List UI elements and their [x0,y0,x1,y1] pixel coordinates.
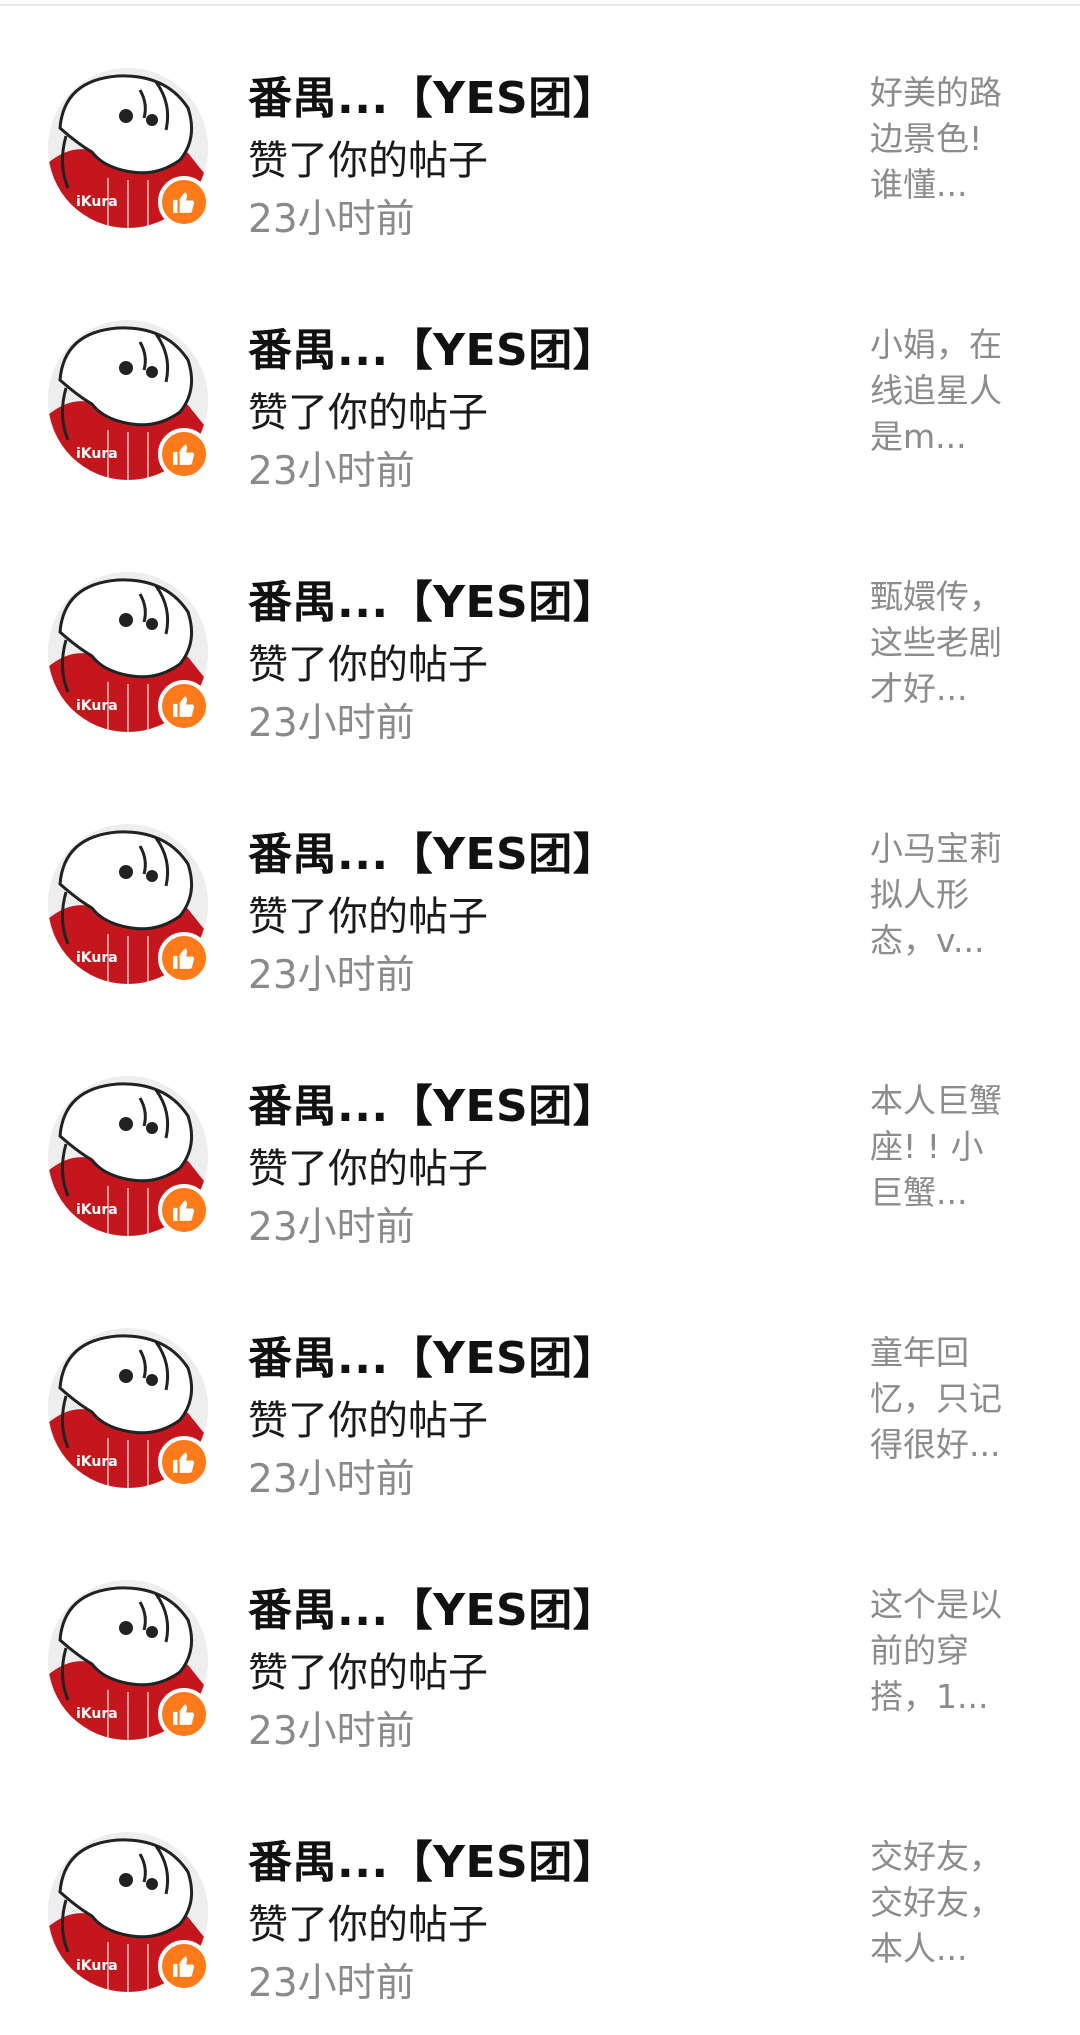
thumbs-up-icon [173,1452,195,1473]
post-preview-line: 线追星人 [870,371,1002,410]
thumbs-up-icon [173,1704,195,1725]
timestamp: 23小时前 [248,1457,415,1502]
post-preview-line: 得很好... [870,1425,1001,1464]
avatar-container[interactable]: iKura [48,68,210,228]
avatar-container[interactable]: iKura [48,1580,210,1740]
post-preview-line: 这些老剧 [870,623,1002,662]
post-preview[interactable]: 小娟，在 线追星人 是m... [870,322,1020,460]
action-text: 赞了你的帖子 [248,1146,488,1192]
thumbs-up-icon [173,1956,195,1977]
post-preview-line: 童年回 [870,1333,969,1372]
timestamp: 23小时前 [248,953,415,998]
notification-item[interactable]: iKura 番禺...【YES团】 赞了你的帖子 23小时前 本人巨蟹 座! !… [0,1016,1080,1268]
timestamp: 23小时前 [248,197,415,242]
action-text: 赞了你的帖子 [248,1902,488,1948]
post-preview-line: 小马宝莉 [870,829,1002,868]
thumbs-up-icon [173,192,195,213]
avatar-jersey-text: iKura [76,698,118,714]
post-preview-line: 巨蟹... [870,1173,968,1212]
post-preview-line: 拟人形 [870,875,969,914]
like-badge [158,428,210,480]
like-badge [158,1688,210,1740]
avatar-jersey-text: iKura [76,194,118,210]
action-text: 赞了你的帖子 [248,138,488,184]
post-preview-line: 座! ! 小 [870,1127,984,1166]
timestamp: 23小时前 [248,1961,415,2006]
thumbs-up-icon [173,948,195,969]
top-divider [0,4,1080,6]
post-preview-line: 本人... [870,1929,968,1968]
post-preview[interactable]: 小马宝莉 拟人形 态，v... [870,826,1020,964]
post-preview-line: 小娟，在 [870,325,1002,364]
avatar-container[interactable]: iKura [48,320,210,480]
avatar-jersey-text: iKura [76,1202,118,1218]
post-preview[interactable]: 本人巨蟹 座! ! 小 巨蟹... [870,1078,1020,1216]
post-preview-line: 才好... [870,669,968,708]
like-badge [158,1436,210,1488]
notification-item[interactable]: iKura 番禺...【YES团】 赞了你的帖子 23小时前 童年回 忆，只记 … [0,1268,1080,1520]
user-name[interactable]: 番禺...【YES团】 [248,1070,617,1134]
post-preview-line: 态，v... [870,921,985,960]
notification-item[interactable]: iKura 番禺...【YES团】 赞了你的帖子 23小时前 小马宝莉 拟人形 … [0,764,1080,1016]
user-name[interactable]: 番禺...【YES团】 [248,314,617,378]
user-name[interactable]: 番禺...【YES团】 [248,1574,617,1638]
post-preview-line: 是m... [870,417,967,456]
notification-item[interactable]: iKura 番禺...【YES团】 赞了你的帖子 23小时前 交好友， 交好友，… [0,1772,1080,2024]
thumbs-up-icon [173,696,195,717]
post-preview-line: 甄嬛传， [870,577,1002,616]
post-preview-line: 这个是以 [870,1585,1002,1624]
post-preview[interactable]: 甄嬛传， 这些老剧 才好... [870,574,1020,712]
post-preview-line: 忆，只记 [870,1379,1002,1418]
avatar-container[interactable]: iKura [48,1832,210,1992]
action-text: 赞了你的帖子 [248,642,488,688]
like-badge [158,1940,210,1992]
action-text: 赞了你的帖子 [248,1650,488,1696]
timestamp: 23小时前 [248,449,415,494]
avatar-container[interactable]: iKura [48,572,210,732]
user-name[interactable]: 番禺...【YES团】 [248,1826,617,1890]
user-name[interactable]: 番禺...【YES团】 [248,566,617,630]
avatar-jersey-text: iKura [76,1706,118,1722]
action-text: 赞了你的帖子 [248,390,488,436]
user-name[interactable]: 番禺...【YES团】 [248,1322,617,1386]
post-preview-line: 交好友， [870,1883,1002,1922]
action-text: 赞了你的帖子 [248,894,488,940]
notification-item[interactable]: iKura 番禺...【YES团】 赞了你的帖子 23小时前 好美的路 边景色!… [0,8,1080,260]
thumbs-up-icon [173,1200,195,1221]
thumbs-up-icon [173,444,195,465]
post-preview-line: 前的穿 [870,1631,969,1670]
post-preview[interactable]: 好美的路 边景色! 谁懂... [870,70,1020,208]
post-preview[interactable]: 童年回 忆，只记 得很好... [870,1330,1020,1468]
notification-item[interactable]: iKura 番禺...【YES团】 赞了你的帖子 23小时前 小娟，在 线追星人… [0,260,1080,512]
post-preview-line: 边景色! [870,119,983,158]
avatar-container[interactable]: iKura [48,824,210,984]
notification-item[interactable]: iKura 番禺...【YES团】 赞了你的帖子 23小时前 甄嬛传， 这些老剧… [0,512,1080,764]
user-name[interactable]: 番禺...【YES团】 [248,62,617,126]
post-preview-line: 好美的路 [870,73,1002,112]
avatar-container[interactable]: iKura [48,1076,210,1236]
avatar-jersey-text: iKura [76,1958,118,1974]
post-preview-line: 搭，1... [870,1677,989,1716]
avatar-container[interactable]: iKura [48,1328,210,1488]
post-preview-line: 谁懂... [870,165,968,204]
notification-list: iKura 番禺...【YES团】 赞了你的帖子 23小时前 好美的路 边景色!… [0,8,1080,2024]
post-preview[interactable]: 交好友， 交好友， 本人... [870,1834,1020,1972]
avatar-jersey-text: iKura [76,950,118,966]
timestamp: 23小时前 [248,1709,415,1754]
timestamp: 23小时前 [248,1205,415,1250]
post-preview-line: 本人巨蟹 [870,1081,1002,1120]
like-badge [158,680,210,732]
avatar-jersey-text: iKura [76,1454,118,1470]
avatar-jersey-text: iKura [76,446,118,462]
like-badge [158,176,210,228]
timestamp: 23小时前 [248,701,415,746]
notification-item[interactable]: iKura 番禺...【YES团】 赞了你的帖子 23小时前 这个是以 前的穿 … [0,1520,1080,1772]
post-preview[interactable]: 这个是以 前的穿 搭，1... [870,1582,1020,1720]
like-badge [158,1184,210,1236]
post-preview-line: 交好友， [870,1837,1002,1876]
like-badge [158,932,210,984]
action-text: 赞了你的帖子 [248,1398,488,1444]
user-name[interactable]: 番禺...【YES团】 [248,818,617,882]
